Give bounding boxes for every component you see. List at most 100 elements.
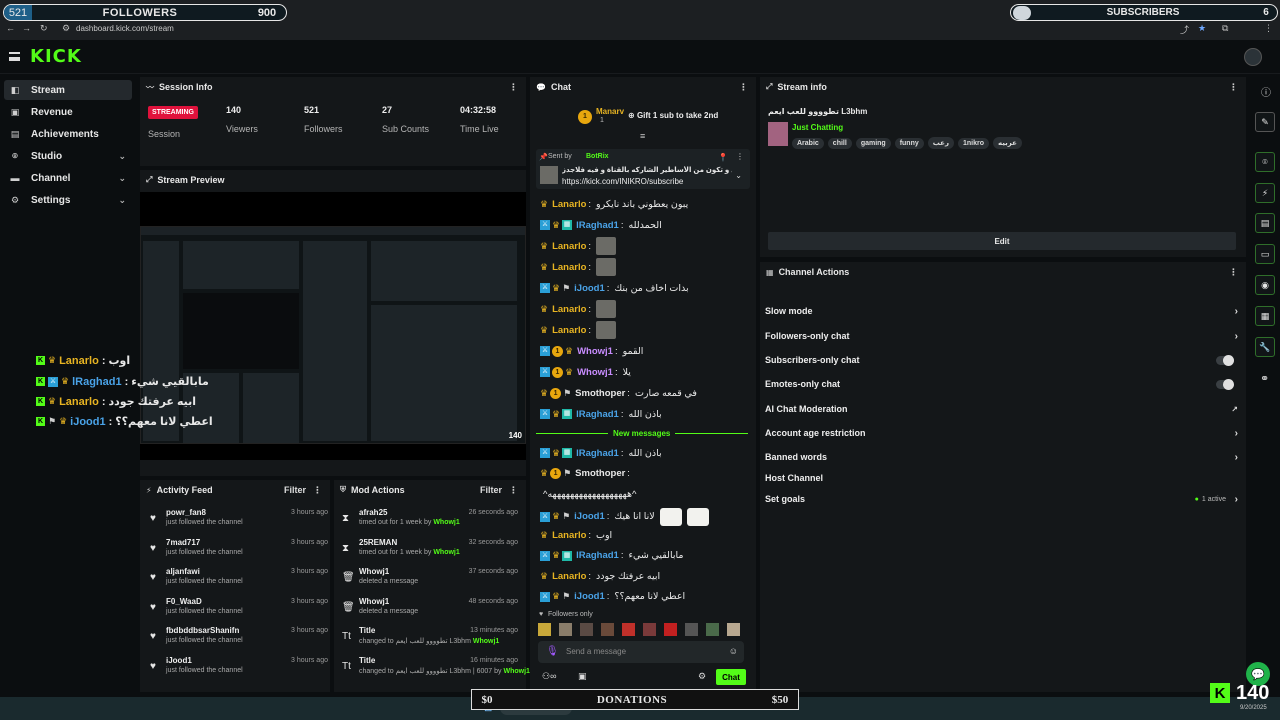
chat-input-box[interactable]: 🎙 Send a message ☺ [538,641,744,663]
chat-username[interactable]: iJood1 [574,591,605,602]
emote-thumb[interactable] [538,623,551,636]
channel-action-followers-only-chat[interactable]: Followers-only chat › [765,326,1242,346]
pinned-link[interactable]: https://kick.com/INIKRO/subscribe [562,177,683,186]
mod-action-by[interactable]: Whowj1 [433,549,459,556]
stream-tag[interactable]: عربيه [993,137,1022,149]
emote-thumb[interactable] [643,623,656,636]
stream-tag[interactable]: funny [894,138,924,149]
menu-hamburger-icon[interactable] [9,52,20,61]
chevron-right-icon[interactable]: › [1235,494,1238,505]
chat-message[interactable]: ♛ Lanarlo: [540,237,752,255]
broadcast-tool-icon[interactable]: ◉ [1255,275,1275,295]
chat-message[interactable]: ⚔ ♛ ▦ lRaghad1: باذن الله [540,444,752,462]
address-bar[interactable]: ← → ↻ ⚙ dashboard.kick.com/stream ⤴ ★ ⧉ … [0,22,1280,38]
chevron-right-icon[interactable]: › [1235,452,1238,463]
share-nodes-icon[interactable]: ⚭ [1260,372,1269,385]
chat-username[interactable]: lRaghad1 [576,220,619,231]
emoji-icon[interactable]: ☺ [729,646,738,656]
emote-thumb[interactable] [706,623,719,636]
chat-message[interactable]: ♛ Lanarlo: ابيه عرفتك جودد [540,567,752,585]
stream-tag[interactable]: gaming [855,138,891,149]
chat-username[interactable]: Lanarlo [552,241,586,252]
info-icon[interactable]: ⓘ [1261,84,1271,99]
chat-username[interactable]: Smothoper [575,388,625,399]
chat-message[interactable]: ♛ 1 ⚑ Smothoper: [540,465,752,483]
mod-action-user[interactable]: Whowj1 [359,597,389,606]
chat-username[interactable]: Whowj1 [577,346,613,357]
mod-action-by[interactable]: Whowj1 [473,638,499,645]
kick-logo[interactable]: KICK [30,46,82,67]
chevron-down-icon[interactable]: ⌄ [118,173,126,184]
emote-thumb[interactable] [580,623,593,636]
sidebar-item-stream[interactable]: ◧ Stream [4,80,132,100]
external-link-icon[interactable]: ↗ [1231,405,1238,414]
chat-settings-gear-icon[interactable]: ⚙ [698,671,706,682]
emote-thumb[interactable] [685,623,698,636]
chat-message[interactable]: ♛ Lanarlo: اوب [540,526,752,544]
url-text[interactable]: dashboard.kick.com/stream [76,24,174,33]
chat-message[interactable]: ♛ 1 ⚑ Smothoper: في قمعه صارت [540,384,752,402]
channel-action-banned-words[interactable]: Banned words › [765,447,1242,467]
toggle-switch[interactable] [1216,354,1234,366]
sidebar-item-revenue[interactable]: ▣ Revenue [4,102,132,122]
chat-username[interactable]: Lanarlo [552,325,586,336]
reload-icon[interactable]: ↻ [40,23,48,34]
microphone-icon[interactable]: 🎙 [546,646,559,657]
bookmark-star-icon[interactable]: ★ [1198,23,1206,34]
chat-username[interactable]: iJood1 [574,283,605,294]
category-name[interactable]: Just Chatting [792,123,843,132]
wrench-tool-icon[interactable]: 🔧 [1255,337,1275,357]
edit-stream-info-button[interactable]: Edit [768,232,1236,250]
document-tool-icon[interactable]: ▤ [1255,213,1275,233]
emote-thumb[interactable] [727,623,740,636]
edit-layout-icon[interactable]: ✎ [1255,112,1275,132]
unpin-icon[interactable]: 📍 [718,153,728,162]
chat-message[interactable]: ⚔ 1 ♛ Whowj1: يلا [540,363,752,381]
browser-menu-icon[interactable]: ⋮ [1264,23,1273,34]
chat-message[interactable]: ⚔ ♛ ⚑ iJood1: اعطي لانا معهم؟؟ [540,588,752,606]
chat-message[interactable]: ⚔ ♛ ▦ lRaghad1: باذن الله [540,405,752,423]
activity-filter-button[interactable]: Filter [284,485,306,495]
channel-action-account-age-restriction[interactable]: Account age restriction › [765,423,1242,443]
chat-username[interactable]: Whowj1 [577,367,613,378]
calendar-tool-icon[interactable]: ▦ [1255,306,1275,326]
chat-username[interactable]: Lanarlo [552,199,586,210]
channel-action-host-channel[interactable]: Host Channel [765,468,1242,488]
activity-user[interactable]: fbdbddbsarShanifn [166,626,239,635]
session-menu-icon[interactable]: ⋮ [509,82,518,93]
chat-message[interactable]: ♛ Lanarlo: [540,258,752,276]
chat-menu-icon[interactable]: ⋮ [739,82,748,93]
activity-user[interactable]: 7mad717 [166,538,200,547]
chat-message[interactable]: ⚔ ♛ ▦ lRaghad1: مابالقيي شيء [540,547,752,565]
chat-message[interactable]: ♛ Lanarlo: يبون يعطوني باند نايكرو [540,195,752,213]
channel-actions-menu-icon[interactable]: ⋮ [1229,267,1238,278]
pinned-message[interactable]: 📌 Sent by BotRix 📍 ⋮ انا كبي كمصلي و تكو… [536,149,750,189]
channel-action-slow-mode[interactable]: Slow mode › [765,301,1242,321]
channel-action-ai-chat-moderation[interactable]: AI Chat Moderation ↗ [765,399,1242,419]
chevron-down-icon[interactable]: ⌄ [118,195,126,206]
emote-thumb[interactable] [664,623,677,636]
emote-thumb[interactable] [622,623,635,636]
chat-username[interactable]: iJood1 [574,511,605,522]
site-info-icon[interactable]: ⚙ [62,23,70,34]
stream-tag[interactable]: رعب [927,137,954,149]
stream-info-menu-icon[interactable]: ⋮ [1229,82,1238,93]
mod-action-user[interactable]: afrah25 [359,508,387,517]
chevron-down-icon[interactable]: ⌄ [118,151,126,162]
store-icon[interactable]: ▣ [578,671,587,682]
chevron-right-icon[interactable]: › [1235,306,1238,317]
chevron-right-icon[interactable]: › [1235,331,1238,342]
chat-username[interactable]: Lanarlo [552,530,586,541]
activity-menu-icon[interactable]: ⋮ [313,485,322,496]
chat-message[interactable]: ⚔ ♛ ⚑ iJood1: بدات اخاف من بنك [540,279,752,297]
sidebar-item-achievements[interactable]: ▤ Achievements [4,124,132,144]
pinned-expand-chevron-icon[interactable]: ⌄ [735,171,742,180]
gift-cta[interactable]: ⊕ Gift 1 sub to take 2nd [628,111,718,120]
chat-username[interactable]: lRaghad1 [576,448,619,459]
chat-tool-icon[interactable]: ▭ [1255,244,1275,264]
activity-user[interactable]: powr_fan8 [166,508,206,517]
sidebar-item-settings[interactable]: ⚙ Settings ⌄ [4,190,132,210]
mod-action-by[interactable]: Whowj1 [503,668,529,675]
activity-user[interactable]: iJood1 [166,656,192,665]
chat-username[interactable]: Lanarlo [552,304,586,315]
